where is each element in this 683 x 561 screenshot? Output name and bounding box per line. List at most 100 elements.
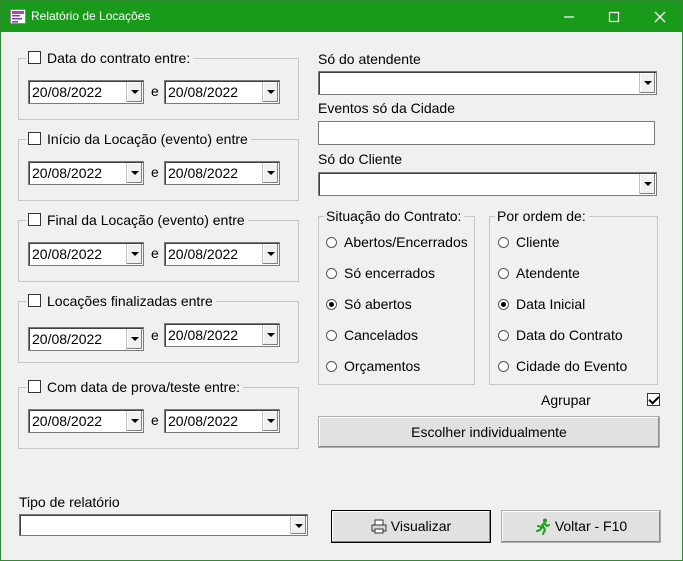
date-group-prova: Com data de prova/teste entre: 20/08/202… (18, 379, 299, 449)
radio-so-encerrados[interactable]: Só encerrados (326, 265, 435, 281)
date-group-inicio: Início da Locação (evento) entre 20/08/2… (18, 131, 299, 201)
cidade-label: Eventos só da Cidade (318, 100, 455, 116)
window-title: Relatório de Locações (31, 9, 151, 23)
visualizar-button[interactable]: Visualizar (331, 510, 491, 543)
close-icon (654, 11, 666, 23)
date-group-final-label: Final da Locação (evento) entre (47, 212, 245, 228)
situacao-group: Situação do Contrato: Abertos/Encerrados… (318, 208, 475, 385)
date-to-value: 20/08/2022 (168, 413, 239, 429)
agrupar-checkbox[interactable] (647, 393, 660, 406)
date-from-value: 20/08/2022 (32, 165, 103, 181)
atendente-label: Só do atendente (318, 51, 421, 67)
date-group-final: Final da Locação (evento) entre 20/08/20… (18, 212, 299, 282)
radio-label: Abertos/Encerrados (344, 234, 468, 250)
chevron-down-icon[interactable] (126, 244, 142, 264)
date-from-field[interactable]: 20/08/2022 (28, 327, 144, 351)
radio-cliente[interactable]: Cliente (498, 234, 560, 250)
date-to-field[interactable]: 20/08/2022 (164, 323, 280, 347)
radio-label: Data do Contrato (516, 327, 623, 343)
chevron-down-icon[interactable] (262, 82, 278, 102)
date-group-finalizadas-checkbox[interactable]: Locações finalizadas entre (26, 293, 216, 309)
date-to-field[interactable]: 20/08/2022 (164, 80, 280, 104)
radio-cidade-evento[interactable]: Cidade do Evento (498, 358, 627, 374)
radio-data-contrato[interactable]: Data do Contrato (498, 327, 623, 343)
date-group-contrato: Data do contrato entre: 20/08/2022 e 20/… (18, 50, 299, 120)
chevron-down-icon[interactable] (639, 73, 655, 93)
between-label: e (151, 83, 159, 99)
date-to-field[interactable]: 20/08/2022 (164, 242, 280, 266)
voltar-label: Voltar - F10 (554, 518, 628, 534)
date-to-value: 20/08/2022 (168, 246, 239, 262)
escolher-individualmente-button[interactable]: Escolher individualmente (318, 416, 660, 448)
ordem-group: Por ordem de: Cliente Atendente Data Ini… (489, 208, 658, 385)
situacao-title: Situação do Contrato: (324, 208, 465, 224)
app-icon (10, 9, 26, 24)
date-from-field[interactable]: 20/08/2022 (28, 161, 144, 185)
radio-label: Orçamentos (344, 358, 421, 374)
minimize-button[interactable] (546, 1, 592, 32)
date-group-finalizadas: Locações finalizadas entre 20/08/2022 e … (18, 293, 299, 363)
radio-so-abertos[interactable]: Só abertos (326, 296, 412, 312)
chevron-down-icon[interactable] (290, 516, 306, 534)
visualizar-label: Visualizar (390, 518, 452, 534)
maximize-button[interactable] (591, 1, 637, 32)
cidade-input[interactable] (318, 121, 655, 145)
chevron-down-icon[interactable] (262, 411, 278, 431)
between-label: e (151, 327, 159, 343)
radio-label: Data Inicial (516, 296, 586, 312)
date-to-value: 20/08/2022 (168, 165, 239, 181)
radio-atendente[interactable]: Atendente (498, 265, 580, 281)
radio-label: Cancelados (344, 327, 418, 343)
title-bar[interactable]: Relatório de Locações (1, 1, 682, 32)
printer-icon (371, 519, 387, 534)
date-to-field[interactable]: 20/08/2022 (164, 409, 280, 433)
report-window: Relatório de Locações Data do contrato e… (0, 0, 683, 561)
radio-abertos-encerrados[interactable]: Abertos/Encerrados (326, 234, 468, 250)
chevron-down-icon[interactable] (126, 411, 142, 431)
date-from-value: 20/08/2022 (32, 84, 103, 100)
date-to-field[interactable]: 20/08/2022 (164, 161, 280, 185)
date-from-field[interactable]: 20/08/2022 (28, 80, 144, 104)
date-group-inicio-checkbox[interactable]: Início da Locação (evento) entre (26, 131, 251, 147)
date-from-value: 20/08/2022 (32, 331, 103, 347)
close-button[interactable] (637, 1, 683, 32)
date-from-value: 20/08/2022 (32, 413, 103, 429)
date-from-field[interactable]: 20/08/2022 (28, 242, 144, 266)
cliente-select[interactable] (318, 172, 657, 196)
escolher-label: Escolher individualmente (411, 424, 567, 440)
chevron-down-icon[interactable] (126, 329, 142, 349)
chevron-down-icon[interactable] (126, 82, 142, 102)
radio-label: Atendente (516, 265, 580, 281)
date-group-contrato-checkbox[interactable]: Data do contrato entre: (26, 50, 194, 66)
date-group-prova-label: Com data de prova/teste entre: (47, 379, 240, 395)
atendente-select[interactable] (318, 71, 657, 95)
tipo-relatorio-label: Tipo de relatório (19, 494, 120, 510)
radio-label: Cliente (516, 234, 560, 250)
chevron-down-icon[interactable] (126, 163, 142, 183)
chevron-down-icon[interactable] (639, 174, 655, 194)
date-group-final-checkbox[interactable]: Final da Locação (evento) entre (26, 212, 248, 228)
radio-data-inicial[interactable]: Data Inicial (498, 296, 585, 312)
date-to-value: 20/08/2022 (168, 327, 239, 343)
between-label: e (151, 412, 159, 428)
date-group-prova-checkbox[interactable]: Com data de prova/teste entre: (26, 379, 243, 395)
running-man-icon (535, 518, 550, 535)
minimize-icon (564, 16, 574, 18)
maximize-icon (608, 11, 620, 22)
date-group-inicio-label: Início da Locação (evento) entre (47, 131, 248, 147)
radio-label: Só abertos (344, 296, 412, 312)
tipo-relatorio-select[interactable] (19, 514, 308, 536)
between-label: e (151, 164, 159, 180)
date-to-value: 20/08/2022 (168, 84, 239, 100)
chevron-down-icon[interactable] (262, 244, 278, 264)
voltar-button[interactable]: Voltar - F10 (501, 510, 661, 543)
between-label: e (151, 245, 159, 261)
radio-label: Só encerrados (344, 265, 436, 281)
chevron-down-icon[interactable] (262, 163, 278, 183)
date-from-field[interactable]: 20/08/2022 (28, 409, 144, 433)
date-group-finalizadas-label: Locações finalizadas entre (47, 293, 213, 309)
ordem-title: Por ordem de: (495, 208, 589, 224)
radio-orcamentos[interactable]: Orçamentos (326, 358, 420, 374)
radio-cancelados[interactable]: Cancelados (326, 327, 418, 343)
chevron-down-icon[interactable] (262, 325, 278, 345)
